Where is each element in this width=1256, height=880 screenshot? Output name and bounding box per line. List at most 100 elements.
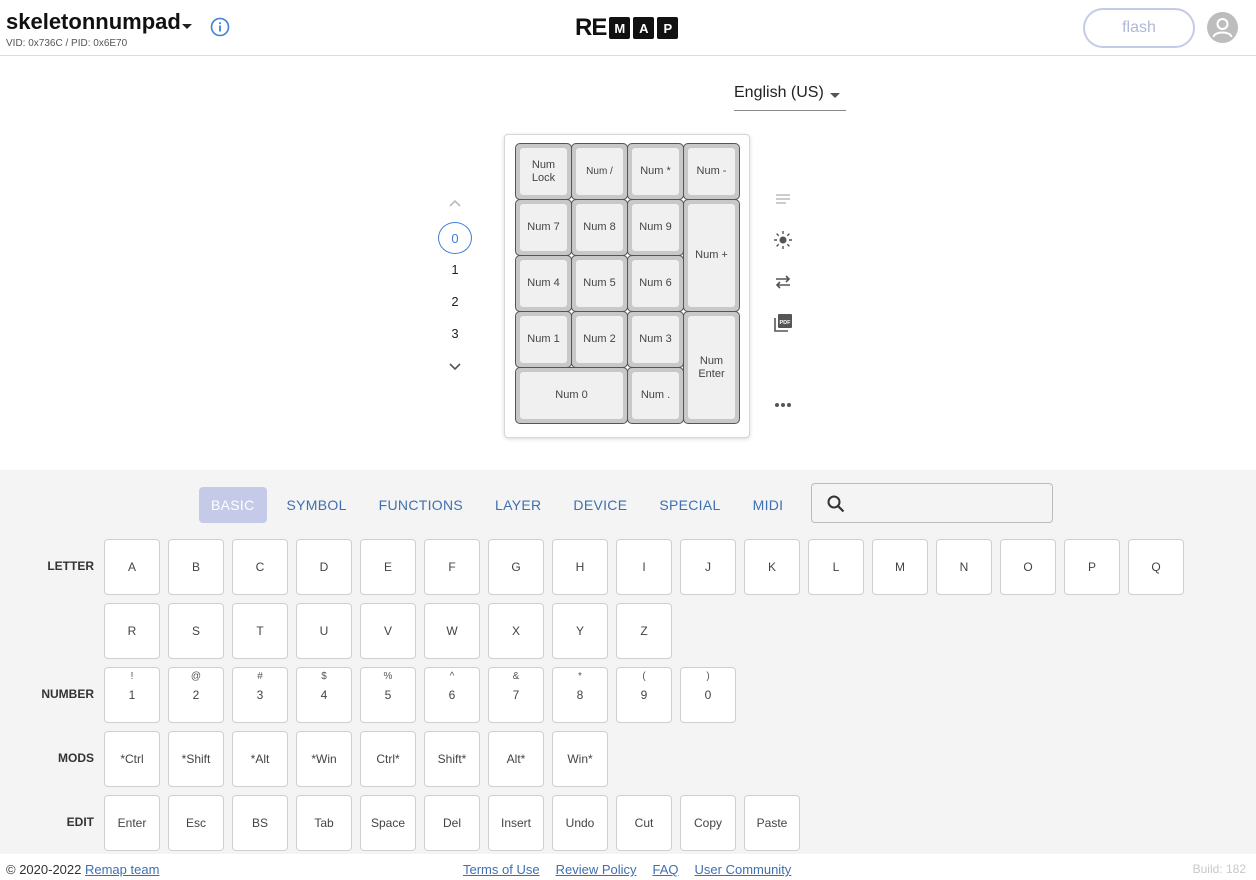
tab-device[interactable]: DEVICE xyxy=(561,487,639,523)
tab-basic[interactable]: BASIC xyxy=(199,487,267,523)
pdf-icon[interactable]: PDF xyxy=(770,310,796,336)
key-num-3[interactable]: Num 3 xyxy=(627,311,684,368)
keycode-letter[interactable]: M xyxy=(872,539,928,595)
info-icon[interactable] xyxy=(210,17,230,37)
keycode-number[interactable]: & 7 xyxy=(488,667,544,723)
keycode-letter[interactable]: W xyxy=(424,603,480,659)
key-num-2[interactable]: Num 2 xyxy=(571,311,628,368)
keycode-letter[interactable]: F xyxy=(424,539,480,595)
tab-symbol[interactable]: SYMBOL xyxy=(275,487,359,523)
keycode-mod[interactable]: Ctrl* xyxy=(360,731,416,787)
keycode-letter[interactable]: U xyxy=(296,603,352,659)
account-icon[interactable] xyxy=(1207,12,1238,43)
key-num-star[interactable]: Num * xyxy=(627,143,684,200)
key-num-1[interactable]: Num 1 xyxy=(515,311,572,368)
remap-team-link[interactable]: Remap team xyxy=(85,862,159,877)
keycode-letter[interactable]: O xyxy=(1000,539,1056,595)
keycode-letter[interactable]: T xyxy=(232,603,288,659)
key-num-7[interactable]: Num 7 xyxy=(515,199,572,256)
keycode-letter[interactable]: E xyxy=(360,539,416,595)
key-num-minus[interactable]: Num - xyxy=(683,143,740,200)
tab-midi[interactable]: MIDI xyxy=(741,487,796,523)
keycode-letter[interactable]: N xyxy=(936,539,992,595)
swap-icon[interactable] xyxy=(770,269,796,295)
keycode-edit[interactable]: Copy xyxy=(680,795,736,851)
key-num-dot[interactable]: Num . xyxy=(627,367,684,424)
keycode-number[interactable]: % 5 xyxy=(360,667,416,723)
keycode-edit[interactable]: Del xyxy=(424,795,480,851)
faq-link[interactable]: FAQ xyxy=(653,862,679,877)
keycode-letter[interactable]: I xyxy=(616,539,672,595)
keycode-number[interactable]: ! 1 xyxy=(104,667,160,723)
keyboard-name[interactable]: skeletonnumpad xyxy=(6,9,181,35)
keycode-letter[interactable]: A xyxy=(104,539,160,595)
review-policy-link[interactable]: Review Policy xyxy=(556,862,637,877)
keycode-edit[interactable]: Undo xyxy=(552,795,608,851)
keycode-number[interactable]: ) 0 xyxy=(680,667,736,723)
keycode-number[interactable]: (9 xyxy=(616,667,672,723)
tab-layer[interactable]: LAYER xyxy=(483,487,553,523)
tab-special[interactable]: SPECIAL xyxy=(647,487,732,523)
keycode-number[interactable]: #3 xyxy=(232,667,288,723)
language-select[interactable]: English (US) xyxy=(734,84,846,111)
keycode-mod[interactable]: *Ctrl xyxy=(104,731,160,787)
keyboard-menu-caret-icon[interactable] xyxy=(182,24,192,29)
key-num-4[interactable]: Num 4 xyxy=(515,255,572,312)
keycode-letter[interactable]: P xyxy=(1064,539,1120,595)
keycode-letter[interactable]: V xyxy=(360,603,416,659)
keycode-mod[interactable]: *Alt xyxy=(232,731,288,787)
keycode-mod[interactable]: Shift* xyxy=(424,731,480,787)
key-num-6[interactable]: Num 6 xyxy=(627,255,684,312)
keycode-letter[interactable]: Q xyxy=(1128,539,1184,595)
terms-link[interactable]: Terms of Use xyxy=(463,862,540,877)
tab-functions[interactable]: FUNCTIONS xyxy=(367,487,475,523)
key-num-0[interactable]: Num 0 xyxy=(515,367,628,424)
key-num-enter[interactable]: Num Enter xyxy=(683,311,740,424)
keycode-number[interactable]: $4 xyxy=(296,667,352,723)
layer-button-2[interactable]: 2 xyxy=(438,286,472,318)
keycode-mod[interactable]: Win* xyxy=(552,731,608,787)
keycode-letter[interactable]: S xyxy=(168,603,224,659)
keycode-mod[interactable]: *Win xyxy=(296,731,352,787)
more-icon[interactable] xyxy=(770,392,796,418)
keycode-letter[interactable]: H xyxy=(552,539,608,595)
keycode-letter[interactable]: J xyxy=(680,539,736,595)
layer-button-0[interactable]: 0 xyxy=(438,222,472,254)
brightness-icon[interactable] xyxy=(770,227,796,253)
keycode-edit[interactable]: Space xyxy=(360,795,416,851)
key-num-slash[interactable]: Num / xyxy=(571,143,628,200)
keycode-letter[interactable]: B xyxy=(168,539,224,595)
keycode-edit[interactable]: Insert xyxy=(488,795,544,851)
keycode-letter[interactable]: X xyxy=(488,603,544,659)
keycode-mod[interactable]: *Shift xyxy=(168,731,224,787)
keycode-edit[interactable]: Tab xyxy=(296,795,352,851)
keycode-edit[interactable]: Enter xyxy=(104,795,160,851)
keycode-letter[interactable]: Y xyxy=(552,603,608,659)
search-input[interactable] xyxy=(856,492,1042,516)
keycode-edit[interactable]: Esc xyxy=(168,795,224,851)
keycode-letter[interactable]: K xyxy=(744,539,800,595)
keycode-letter[interactable]: G xyxy=(488,539,544,595)
key-num-5[interactable]: Num 5 xyxy=(571,255,628,312)
chevron-down-icon[interactable] xyxy=(448,362,462,372)
layer-button-1[interactable]: 1 xyxy=(438,254,472,286)
keycode-mod[interactable]: Alt* xyxy=(488,731,544,787)
keycode-letter[interactable]: Z xyxy=(616,603,672,659)
user-community-link[interactable]: User Community xyxy=(695,862,792,877)
key-num-plus[interactable]: Num + xyxy=(683,199,740,312)
keycode-number[interactable]: @2 xyxy=(168,667,224,723)
chevron-up-icon[interactable] xyxy=(448,198,462,208)
keycode-number[interactable]: ^ 6 xyxy=(424,667,480,723)
key-num-lock[interactable]: Num Lock xyxy=(515,143,572,200)
flash-button[interactable]: flash xyxy=(1083,8,1195,48)
lines-icon[interactable] xyxy=(770,186,796,212)
layer-button-3[interactable]: 3 xyxy=(438,318,472,350)
keycode-letter[interactable]: R xyxy=(104,603,160,659)
keycode-edit[interactable]: Cut xyxy=(616,795,672,851)
keycode-number[interactable]: * 8 xyxy=(552,667,608,723)
keycode-edit[interactable]: Paste xyxy=(744,795,800,851)
key-num-9[interactable]: Num 9 xyxy=(627,199,684,256)
key-num-8[interactable]: Num 8 xyxy=(571,199,628,256)
keycode-edit[interactable]: BS xyxy=(232,795,288,851)
keycode-letter[interactable]: L xyxy=(808,539,864,595)
